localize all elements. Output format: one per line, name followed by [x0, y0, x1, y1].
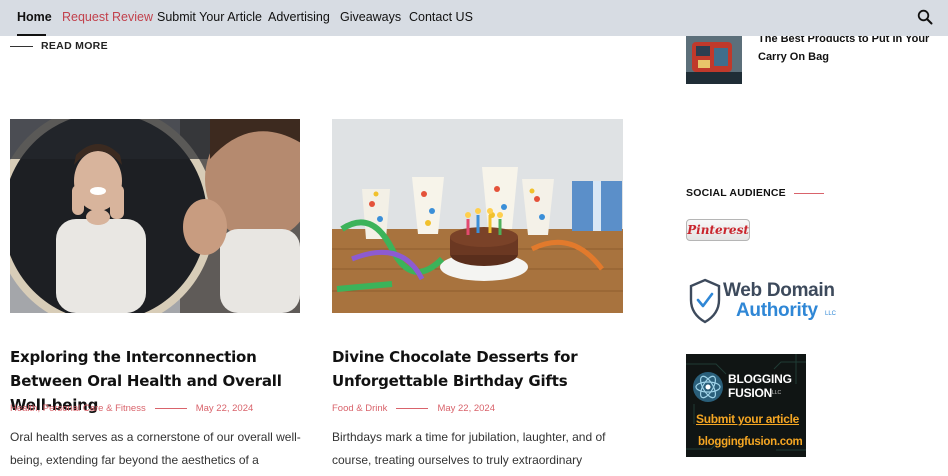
- blogging-fusion-name2: FUSION: [728, 386, 773, 400]
- post-image-oral-health[interactable]: [10, 119, 300, 313]
- heading-accent-line: [793, 192, 824, 194]
- nav-item-advertising[interactable]: Advertising: [268, 10, 330, 24]
- shield-check-icon: [689, 278, 721, 324]
- nav-item-submit-article[interactable]: Submit Your Article: [157, 10, 262, 24]
- social-audience-label: SOCIAL AUDIENCE: [686, 187, 786, 199]
- post-date: May 22, 2024: [195, 403, 254, 414]
- social-audience-heading: SOCIAL AUDIENCE: [686, 187, 824, 199]
- recent-post-thumbnail[interactable]: [686, 28, 742, 84]
- submit-article-link[interactable]: Submit your article: [696, 412, 799, 426]
- blogging-fusion-banner[interactable]: BLOGGING FUSION LLC Submit your article …: [686, 354, 806, 457]
- post-title-chocolate-desserts[interactable]: Divine Chocolate Desserts for Unforgetta…: [332, 345, 622, 393]
- blogging-fusion-suffix: LLC: [772, 390, 782, 396]
- read-more-divider: [10, 46, 33, 47]
- post-image-chocolate-desserts[interactable]: [332, 119, 623, 313]
- nav-item-contact[interactable]: Contact US: [409, 10, 473, 24]
- read-more-link[interactable]: READ MORE: [41, 40, 108, 52]
- nav-item-giveaways[interactable]: Giveaways: [340, 10, 401, 24]
- web-domain-authority-badge[interactable]: Web Domain Authority LLC: [686, 276, 846, 326]
- top-nav-bar: Home Request Review Submit Your Article …: [0, 0, 948, 36]
- wda-line1: Web Domain: [723, 280, 835, 301]
- meta-divider: [154, 408, 187, 409]
- post-excerpt-chocolate-desserts: Birthdays mark a time for jubilation, la…: [332, 430, 606, 467]
- pinterest-button[interactable]: Pinterest: [686, 219, 750, 241]
- post-meta-oral-health: Health, Personal Care & Fitness May 22, …: [10, 403, 253, 414]
- nav-item-home[interactable]: Home: [17, 10, 52, 24]
- post-categories[interactable]: Health, Personal Care & Fitness: [10, 403, 146, 414]
- post-date: May 22, 2024: [437, 403, 496, 414]
- post-categories[interactable]: Food & Drink: [332, 403, 387, 414]
- nav-item-request-review[interactable]: Request Review: [62, 10, 153, 24]
- post-excerpt-oral-health: Oral health serves as a cornerstone of o…: [10, 430, 301, 467]
- active-nav-indicator: [17, 34, 46, 36]
- blogging-fusion-url[interactable]: bloggingfusion.com: [698, 436, 803, 448]
- blogging-fusion-name: BLOGGING: [728, 372, 792, 386]
- meta-divider: [396, 408, 429, 409]
- wda-suffix: LLC: [825, 311, 837, 317]
- wda-line2: Authority: [736, 300, 818, 321]
- search-icon[interactable]: [917, 9, 933, 25]
- post-meta-chocolate-desserts: Food & Drink May 22, 2024: [332, 403, 495, 414]
